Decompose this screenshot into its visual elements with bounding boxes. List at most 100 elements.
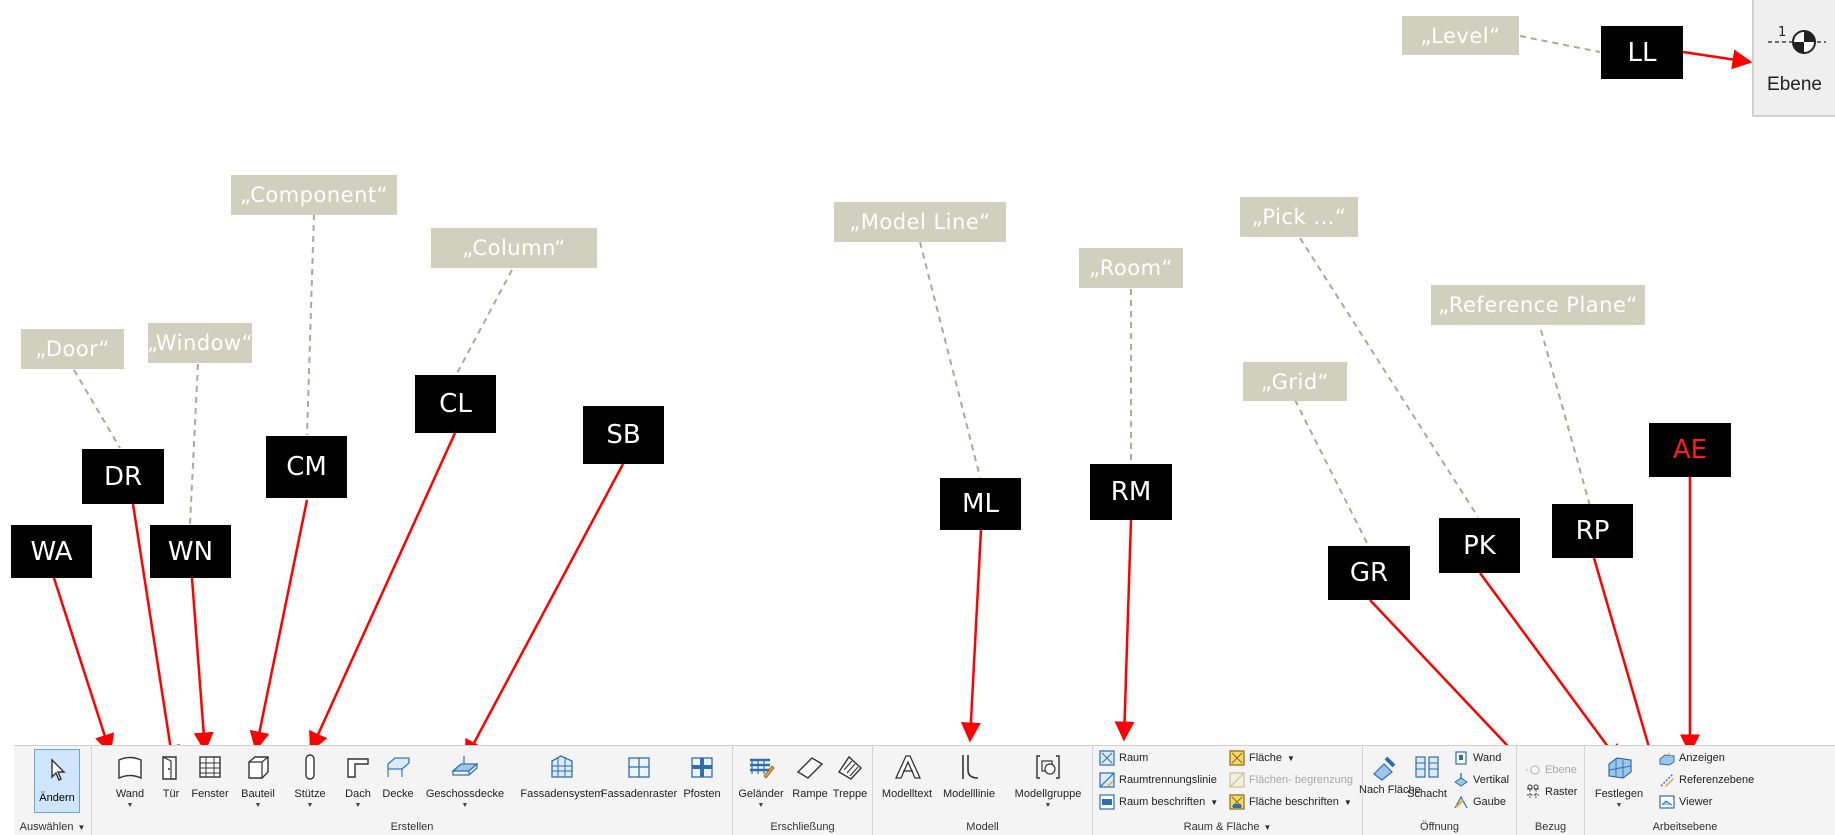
shortcut-wa: WA bbox=[11, 525, 92, 578]
referenzebene-button[interactable]: Referenzebene bbox=[1659, 770, 1754, 790]
wand-oeffnung-label: Wand bbox=[1473, 752, 1502, 764]
anzeigen-button[interactable]: Anzeigen bbox=[1659, 748, 1725, 768]
vertical-opening-icon bbox=[1454, 773, 1468, 787]
stuetze-dropdown-icon: ▼ bbox=[306, 802, 314, 809]
tuer-button[interactable]: Tür bbox=[156, 748, 186, 812]
treppe-button[interactable]: Treppe bbox=[831, 748, 869, 812]
flaeche-label: Fläche bbox=[1249, 752, 1283, 764]
aendern-button[interactable]: Ändern bbox=[34, 749, 80, 813]
model-line-icon bbox=[962, 755, 979, 779]
leader-component bbox=[306, 213, 315, 436]
component-icon bbox=[248, 756, 269, 779]
modelllinie-button[interactable]: Modelllinie bbox=[939, 748, 999, 812]
flaeche-beschriften-button[interactable]: Fläche beschriften ▼ bbox=[1229, 792, 1352, 812]
modellgruppe-button[interactable]: Modellgruppe ▼ bbox=[1013, 748, 1083, 812]
gaube-button[interactable]: Gaube bbox=[1453, 792, 1506, 812]
mullion-icon bbox=[691, 757, 713, 778]
shortcut-dr: DR bbox=[82, 449, 164, 504]
wall-opening-icon bbox=[1455, 751, 1467, 765]
annotation-overlay bbox=[52, 35, 1753, 788]
railing-icon bbox=[750, 758, 775, 779]
schacht-button[interactable]: Schacht bbox=[1407, 748, 1447, 812]
panel-title-erstellen: Erstellen bbox=[390, 821, 434, 833]
stuetze-button[interactable]: Stütze ▼ bbox=[292, 748, 328, 812]
shortcut-sb: SB bbox=[583, 406, 664, 464]
nach-flaeche-button[interactable]: Nach Fläche bbox=[1359, 748, 1421, 812]
room-separator-icon bbox=[1099, 772, 1115, 788]
arrow-rm bbox=[1114, 519, 1135, 742]
room-tag-icon bbox=[1099, 794, 1115, 810]
fassadenraster-button[interactable]: Fassadenraster bbox=[601, 748, 677, 812]
column-icon bbox=[305, 754, 315, 780]
pfosten-button[interactable]: Pfosten bbox=[680, 748, 724, 812]
bauteil-dropdown-icon: ▼ bbox=[254, 802, 262, 809]
shortcut-cl: CL bbox=[415, 375, 496, 433]
grid-icon bbox=[1527, 784, 1539, 798]
raster-label: Raster bbox=[1545, 786, 1578, 798]
hint-window: „Window“ bbox=[147, 323, 252, 363]
festlegen-label: Festlegen bbox=[1594, 788, 1644, 800]
room-icon bbox=[1099, 750, 1115, 766]
decke-button[interactable]: Decke bbox=[380, 748, 416, 812]
hint-column: „Column“ bbox=[431, 228, 597, 268]
flaeche-button[interactable]: Fläche ▼ bbox=[1229, 748, 1295, 768]
rampe-button[interactable]: Rampe bbox=[791, 748, 829, 812]
hint-reference-plane: „Reference Plane“ bbox=[1431, 285, 1645, 325]
curtain-grid-icon bbox=[628, 757, 650, 778]
viewer-icon bbox=[1659, 795, 1675, 809]
area-tag-icon bbox=[1229, 794, 1245, 810]
dach-dropdown-icon: ▼ bbox=[354, 802, 362, 809]
flaechenbegrenzung-button[interactable]: Flächen- begrenzung bbox=[1229, 770, 1353, 790]
stuetze-label: Stütze bbox=[294, 788, 326, 800]
festlegen-dropdown-icon: ▼ bbox=[1615, 802, 1623, 809]
fassadensystem-button[interactable]: Fassadensystem bbox=[520, 748, 604, 812]
wand-oeffnung-button[interactable]: Wand bbox=[1453, 748, 1501, 768]
bauteil-label: Bauteil bbox=[241, 788, 275, 800]
bauteil-button[interactable]: Bauteil ▼ bbox=[238, 748, 278, 812]
wand-button[interactable]: Wand ▼ bbox=[108, 748, 152, 812]
shortcut-cm: CM bbox=[266, 436, 347, 498]
raster-button[interactable]: Raster bbox=[1525, 782, 1577, 802]
gelaender-button[interactable]: Geländer ▼ bbox=[737, 748, 785, 812]
raum-flaeche-label: Raum & Fläche bbox=[1183, 821, 1260, 833]
gaube-label: Gaube bbox=[1473, 796, 1507, 808]
viewer-label: Viewer bbox=[1679, 796, 1713, 808]
area-icon bbox=[1229, 750, 1245, 766]
raumtrennungslinie-label: Raumtrennungslinie bbox=[1119, 774, 1217, 786]
raumtrennungslinie-button[interactable]: Raumtrennungslinie bbox=[1099, 770, 1217, 790]
ribbon: Ändern Auswählen ▼ Wand ▼ Tür Fenster Bau… bbox=[14, 745, 1835, 835]
raum-button[interactable]: Raum bbox=[1099, 748, 1148, 768]
raum-beschriften-button[interactable]: Raum beschriften ▼ bbox=[1099, 792, 1218, 812]
panel-arbeitsebene: Festlegen ▼ Anzeigen Referenzebene Viewe… bbox=[1585, 746, 1785, 835]
leader-level bbox=[1519, 35, 1601, 53]
viewer-button[interactable]: Viewer bbox=[1659, 792, 1712, 812]
ebene-ribbon-button[interactable]: Ebene bbox=[1525, 760, 1577, 780]
curtain-system-icon bbox=[551, 755, 573, 778]
panel-oeffnung: Nach Fläche Schacht Wand Vertikal Gaube … bbox=[1359, 746, 1517, 835]
panel-raum-flaeche: Raum Raumtrennungslinie Raum beschriften… bbox=[1093, 746, 1363, 835]
festlegen-button[interactable]: Festlegen ▼ bbox=[1593, 748, 1645, 812]
schacht-label: Schacht bbox=[1407, 788, 1447, 800]
dach-button[interactable]: Dach ▼ bbox=[340, 748, 376, 812]
vertikal-button[interactable]: Vertikal bbox=[1453, 770, 1509, 790]
modelllinie-label: Modelllinie bbox=[943, 788, 995, 800]
modelltext-button[interactable]: Modelltext bbox=[881, 748, 933, 812]
panel-title-auswaehlen[interactable]: Auswählen ▼ bbox=[14, 821, 91, 833]
pfosten-label: Pfosten bbox=[683, 788, 721, 800]
fassadensystem-label: Fassadensystem bbox=[520, 788, 604, 800]
hint-component: „Component“ bbox=[231, 175, 397, 215]
decke-label: Decke bbox=[382, 788, 414, 800]
shortcut-arrows bbox=[52, 49, 1753, 788]
hint-grid: „Grid“ bbox=[1243, 362, 1347, 401]
geschossdecke-label: Geschossdecke bbox=[425, 788, 505, 800]
panel-title-raum-flaeche[interactable]: Raum & Fläche ▼ bbox=[1093, 821, 1362, 833]
dormer-icon bbox=[1454, 795, 1468, 809]
geschossdecke-button[interactable]: Geschossdecke ▼ bbox=[426, 748, 504, 812]
ebene-button[interactable]: 1 Ebene bbox=[1752, 0, 1835, 117]
wand-dropdown-icon: ▼ bbox=[126, 802, 134, 809]
fenster-button[interactable]: Fenster bbox=[188, 748, 232, 812]
flaeche-dropdown-icon: ▼ bbox=[1287, 753, 1295, 763]
shortcut-rp: RP bbox=[1552, 504, 1633, 558]
auswaehlen-label: Auswählen bbox=[19, 821, 74, 833]
panel-title-erschliessung: Erschließung bbox=[770, 821, 835, 833]
